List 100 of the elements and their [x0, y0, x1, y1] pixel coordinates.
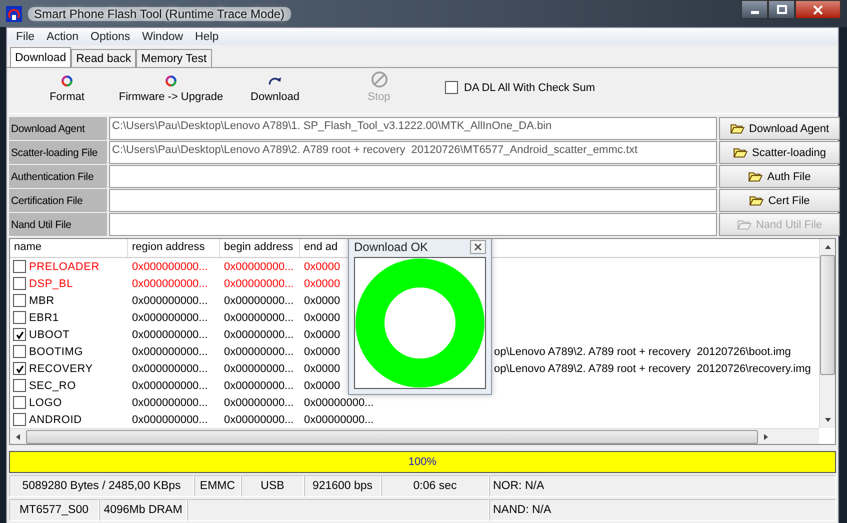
folder-icon [736, 219, 752, 230]
partition-name: BOOTIMG [29, 346, 84, 358]
checkbox[interactable] [13, 396, 26, 409]
table-cell-text: 0x00000000... [303, 396, 375, 408]
status-cell: 4096Mb DRAM [99, 499, 187, 521]
checkbox[interactable] [13, 413, 26, 426]
tab[interactable]: Download [10, 47, 72, 67]
menu-item[interactable]: Help [189, 30, 225, 42]
table-cell-text: 0x000000000... [131, 278, 209, 290]
table-cell-text: 0x00000000... [223, 346, 295, 358]
file-path-field[interactable] [109, 165, 717, 188]
folder-icon [748, 171, 764, 182]
browse-button[interactable]: Cert File [719, 189, 840, 212]
checkbox[interactable] [13, 362, 26, 375]
scroll-down-icon[interactable] [824, 416, 832, 424]
status-cell: 5089280 Bytes / 2485,00 KBps [9, 475, 194, 497]
dialog-title: Download OK [354, 240, 428, 254]
table-cell-text: 0x0000 [303, 362, 342, 374]
table-cell-text: 0x000000000... [131, 312, 209, 324]
table-cell-text: 0x00000000... [223, 312, 295, 324]
browse-button[interactable]: Scatter-loading [719, 141, 840, 164]
file-path-field[interactable] [109, 189, 717, 212]
menu-item[interactable]: File [10, 30, 41, 42]
checkbox-label: DA DL All With Check Sum [464, 82, 596, 94]
status-cell: 921600 bps [304, 475, 381, 497]
table-cell-text: 0x000000000... [131, 346, 209, 358]
horizontal-scrollbar[interactable] [10, 428, 819, 444]
table-cell-text: 0x00000000... [223, 328, 295, 340]
tab[interactable]: Memory Test [136, 49, 212, 67]
status-cell: EMMC [194, 475, 241, 497]
partition-name: ANDROID [29, 414, 82, 426]
column-header[interactable]: name [10, 239, 128, 257]
table-cell-text: 0x0000 [303, 346, 342, 358]
status-cell: 0:06 sec [381, 475, 489, 497]
scroll-right-icon[interactable] [762, 432, 770, 440]
table-cell-text: 0x0000 [303, 380, 342, 392]
maximize-icon [776, 4, 786, 14]
file-path-field[interactable] [109, 213, 717, 236]
close-button[interactable] [795, 0, 841, 19]
table-cell-text: 0x000000000... [131, 380, 209, 392]
scroll-thumb[interactable] [820, 255, 835, 375]
partition-name: UBOOT [29, 328, 70, 340]
column-header[interactable]: region address [128, 239, 220, 257]
menu-item[interactable]: Window [136, 30, 190, 42]
field-label: Scatter-loading File [9, 141, 107, 164]
checkbox[interactable] [13, 260, 26, 273]
table-cell-text: 0x0000 [303, 294, 342, 306]
checkbox[interactable] [13, 379, 26, 392]
file-path-field[interactable]: C:\Users\Pau\Desktop\Lenovo A789\1. SP_Flash_Tool_v3.1222.00\MTK_AllInOne_DA.bin [109, 117, 717, 140]
checkbox[interactable] [13, 311, 26, 324]
table-cell-text: 0x0000 [303, 260, 342, 272]
tab[interactable]: Read back [71, 49, 136, 67]
checkbox[interactable] [13, 277, 26, 290]
partition-name: EBR1 [29, 312, 59, 324]
app-icon [6, 6, 22, 22]
maximize-button[interactable] [768, 0, 795, 19]
vertical-scrollbar[interactable] [819, 239, 835, 428]
scroll-left-icon[interactable] [14, 432, 22, 440]
refresh-arrows-icon [164, 74, 178, 88]
checkbox[interactable] [13, 328, 26, 341]
menu-item[interactable]: Action [40, 30, 84, 42]
partition-name: SEC_RO [29, 380, 76, 392]
table-cell-text: 0x00000000... [223, 380, 295, 392]
partition-name: LOGO [29, 396, 62, 408]
minimize-icon [750, 10, 758, 14]
scroll-up-icon[interactable] [824, 243, 832, 251]
scroll-thumb[interactable] [26, 430, 758, 444]
table-cell-text: 0x000000000... [131, 396, 209, 408]
table-cell-text: 0x00000000... [223, 278, 295, 290]
toolbar-button[interactable]: Format [15, 71, 119, 106]
browse-button[interactable]: Download Agent [719, 117, 840, 140]
file-path-field[interactable]: C:\Users\Pau\Desktop\Lenovo A789\2. A789 root + recovery 20120726\MT6577_Android_scatter_emmc.txt [109, 141, 717, 164]
table-cell-text: op\Lenovo A789\2. A789 root + recovery 20120726\recovery.img [493, 362, 811, 374]
status-cell: NOR: N/A [489, 475, 836, 497]
table-cell-text: 0x00000000... [223, 414, 295, 426]
table-cell-text: 0x00000000... [303, 414, 375, 426]
checkbox[interactable] [445, 81, 458, 94]
table-cell-text: 0x000000000... [131, 260, 209, 272]
table-cell-text: 0x00000000... [223, 396, 295, 408]
browse-button[interactable]: Auth File [719, 165, 840, 188]
partition-name: PRELOADER [29, 260, 100, 272]
minimize-button[interactable] [741, 0, 768, 19]
field-label: Certification File [9, 189, 107, 212]
table-cell-text: 0x00000000... [223, 362, 295, 374]
partition-name: DSP_BL [29, 278, 73, 290]
field-label: Authentication File [9, 165, 107, 188]
toolbar-button[interactable]: Firmware -> Upgrade [119, 71, 223, 106]
partition-name: MBR [29, 294, 54, 306]
table-cell-text: op\Lenovo A789\2. A789 root + recovery 20120726\boot.img [493, 346, 791, 358]
close-button[interactable] [470, 240, 486, 254]
toolbar-button[interactable]: Download [223, 71, 327, 106]
field-label: Download Agent [9, 117, 107, 140]
table-cell-text: 0x000000000... [131, 328, 209, 340]
menu-item[interactable]: Options [84, 30, 136, 42]
checkbox[interactable] [13, 294, 26, 307]
folder-icon [749, 195, 764, 206]
table-cell-text: 0x0000 [303, 278, 342, 290]
column-header[interactable]: begin address [220, 239, 300, 257]
status-cell: MT6577_S00 [9, 499, 99, 521]
checkbox[interactable] [13, 345, 26, 358]
